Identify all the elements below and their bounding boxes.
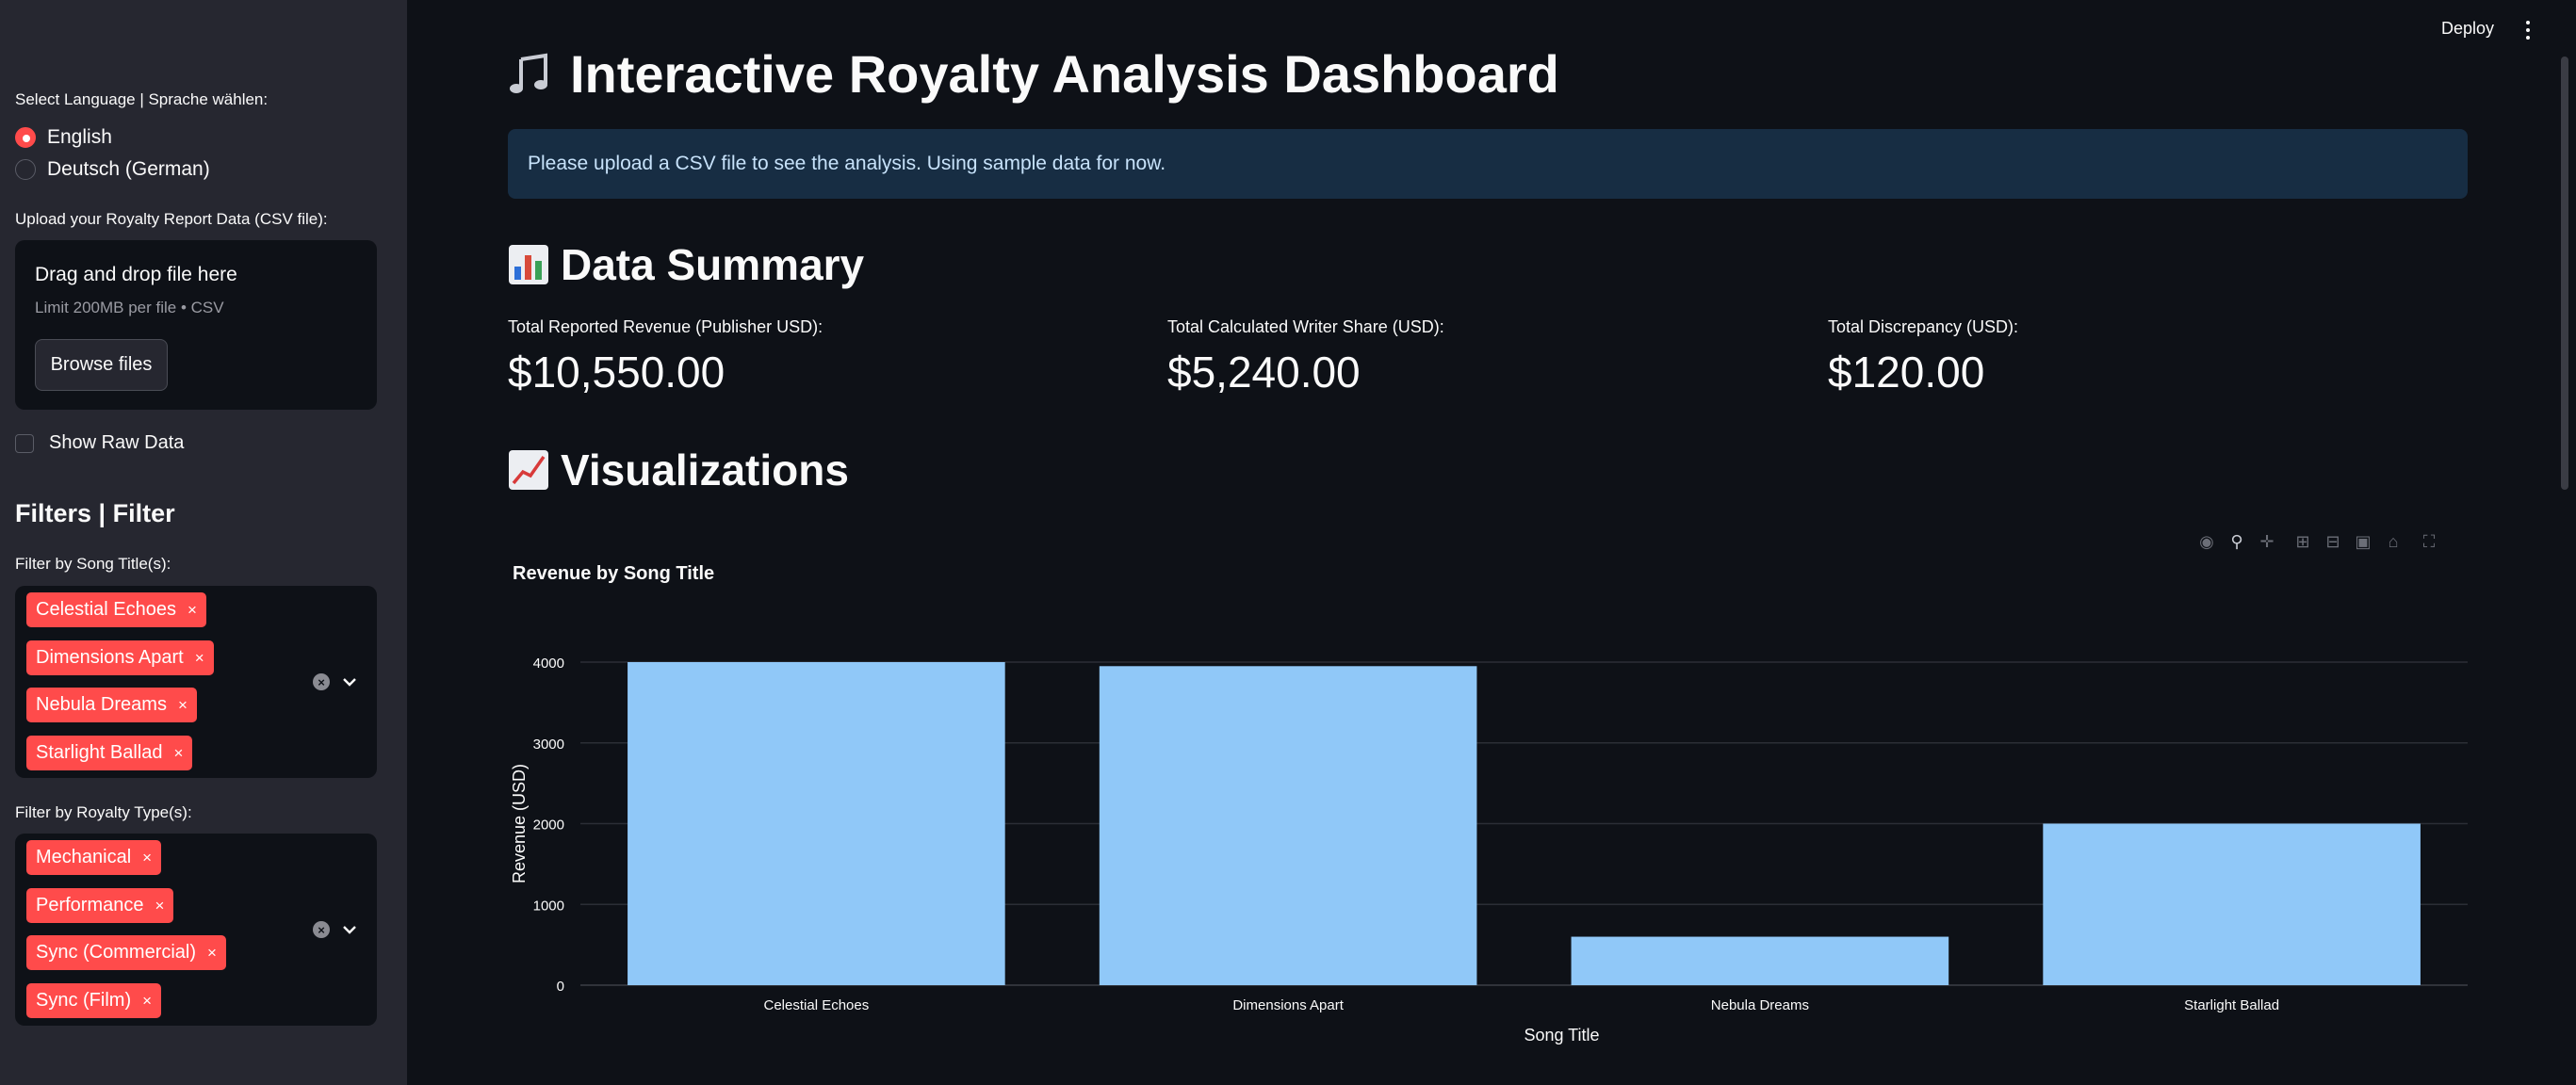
tag-label: Nebula Dreams (36, 694, 167, 715)
song-filter-label: Filter by Song Title(s): (15, 555, 171, 573)
x-tick-label: Nebula Dreams (1711, 997, 1809, 1013)
zoom-in-icon[interactable]: ⊞ (2293, 532, 2312, 551)
metric-value-discrepancy: $120.00 (1828, 348, 1985, 397)
language-label: Select Language | Sprache wählen: (15, 90, 269, 108)
scrollbar[interactable] (2561, 57, 2568, 490)
tag-celestial-echoes: Celestial Echoes × (26, 592, 206, 627)
chart-modebar: ◉ ⚲ ✛ ⊞ ⊟ ▣ ⌂ ⛶ (2197, 532, 2438, 551)
remove-tag-icon[interactable]: × (187, 601, 197, 620)
x-tick-label: Starlight Ballad (2184, 997, 2279, 1013)
info-alert-text: Please upload a CSV file to see the anal… (528, 153, 1166, 174)
tag-performance: Performance × (26, 888, 174, 923)
radio-unselected-icon[interactable] (15, 159, 36, 180)
metric-label-revenue: Total Reported Revenue (Publisher USD): (508, 317, 823, 336)
zoom-out-icon[interactable]: ⊟ (2323, 532, 2342, 551)
x-tick-label: Dimensions Apart (1232, 997, 1344, 1013)
y-tick-label: 1000 (533, 898, 564, 914)
metric-label-discrepancy: Total Discrepancy (USD): (1828, 317, 2019, 336)
remove-tag-icon[interactable]: × (207, 944, 217, 963)
radio-german-label: Deutsch (German) (47, 158, 210, 180)
radio-english[interactable]: English (15, 126, 112, 149)
zoom-icon[interactable]: ⚲ (2227, 532, 2246, 551)
y-tick-label: 4000 (533, 656, 564, 672)
tag-label: Mechanical (36, 847, 132, 867)
type-multiselect[interactable]: Mechanical × Performance × Sync (Commerc… (15, 834, 377, 1026)
type-filter-label: Filter by Royalty Type(s): (15, 803, 192, 821)
bar (1571, 936, 1949, 985)
pan-icon[interactable]: ✛ (2258, 532, 2276, 551)
clear-all-icon[interactable]: × (313, 921, 330, 938)
camera-icon[interactable]: ◉ (2197, 532, 2216, 551)
autoscale-icon[interactable]: ▣ (2354, 532, 2372, 551)
fullscreen-icon[interactable]: ⛶ (2420, 532, 2438, 551)
tag-starlight-ballad: Starlight Ballad × (26, 736, 193, 770)
visualizations-heading: Visualizations (508, 445, 849, 495)
radio-german[interactable]: Deutsch (German) (15, 158, 210, 181)
remove-tag-icon[interactable]: × (142, 849, 152, 867)
tag-sync-film: Sync (Film) × (26, 983, 162, 1018)
tag-dimensions-apart: Dimensions Apart × (26, 640, 214, 675)
tag-sync-commercial: Sync (Commercial) × (26, 935, 226, 970)
main-menu-icon[interactable] (2520, 19, 2535, 41)
show-raw-data-checkbox[interactable]: Show Raw Data (15, 432, 184, 454)
filters-heading: Filters | Filter (15, 499, 175, 527)
tag-label: Celestial Echoes (36, 599, 176, 620)
sidebar: Select Language | Sprache wählen: Englis… (0, 0, 407, 1085)
tag-label: Sync (Film) (36, 990, 132, 1011)
clear-all-icon[interactable]: × (313, 673, 330, 690)
file-dropzone[interactable]: Drag and drop file here Limit 200MB per … (15, 240, 377, 410)
y-tick-label: 3000 (533, 737, 564, 753)
remove-tag-icon[interactable]: × (195, 649, 204, 668)
song-multiselect[interactable]: Celestial Echoes × Dimensions Apart × Ne… (15, 586, 377, 778)
visualizations-heading-text: Visualizations (561, 445, 849, 494)
y-tick-label: 0 (557, 979, 564, 995)
metric-value-revenue: $10,550.00 (508, 348, 726, 397)
summary-heading: Data Summary (508, 239, 864, 290)
info-alert: Please upload a CSV file to see the anal… (508, 129, 2468, 199)
chevron-down-icon[interactable] (341, 673, 358, 690)
summary-heading-text: Data Summary (561, 240, 865, 289)
tag-nebula-dreams: Nebula Dreams × (26, 688, 197, 722)
show-raw-data-label: Show Raw Data (49, 432, 185, 453)
chevron-down-icon[interactable] (341, 921, 358, 938)
radio-selected-icon[interactable] (15, 127, 36, 148)
bar (2043, 823, 2421, 985)
metric-label-writer-share: Total Calculated Writer Share (USD): (1167, 317, 1444, 336)
page-title: Interactive Royalty Analysis Dashboard (508, 43, 1559, 105)
x-tick-label: Celestial Echoes (764, 997, 870, 1013)
tag-label: Starlight Ballad (36, 742, 163, 763)
y-axis-title: Revenue (USD) (510, 764, 529, 883)
bar-chart-icon (509, 245, 548, 284)
line-chart-icon (509, 450, 548, 490)
dropzone-limit: Limit 200MB per file • CSV (35, 299, 224, 316)
music-notes-icon (510, 53, 547, 93)
deploy-button[interactable]: Deploy (2441, 19, 2494, 39)
radio-english-label: English (47, 126, 112, 148)
browse-files-button[interactable]: Browse files (35, 339, 168, 391)
checkbox-icon[interactable] (15, 433, 34, 453)
x-axis-title: Song Title (1524, 1026, 1599, 1045)
remove-tag-icon[interactable]: × (142, 992, 152, 1011)
home-icon[interactable]: ⌂ (2384, 532, 2403, 551)
upload-label: Upload your Royalty Report Data (CSV fil… (15, 210, 328, 228)
tag-label: Sync (Commercial) (36, 942, 197, 963)
remove-tag-icon[interactable]: × (174, 744, 184, 763)
metric-value-writer-share: $5,240.00 (1167, 348, 1361, 397)
tag-label: Performance (36, 895, 144, 915)
bar (1099, 666, 1477, 985)
page-title-text: Interactive Royalty Analysis Dashboard (570, 44, 1559, 104)
y-tick-label: 2000 (533, 818, 564, 834)
remove-tag-icon[interactable]: × (178, 696, 187, 715)
tag-mechanical: Mechanical × (26, 840, 162, 875)
remove-tag-icon[interactable]: × (155, 897, 165, 915)
tag-label: Dimensions Apart (36, 647, 184, 668)
dropzone-title: Drag and drop file here (35, 264, 237, 285)
bar (628, 662, 1005, 985)
chart-title: Revenue by Song Title (513, 563, 715, 584)
revenue-bar-chart: 0 1000 2000 3000 4000 Celestial Echoes Dimensi… (510, 656, 2468, 1045)
